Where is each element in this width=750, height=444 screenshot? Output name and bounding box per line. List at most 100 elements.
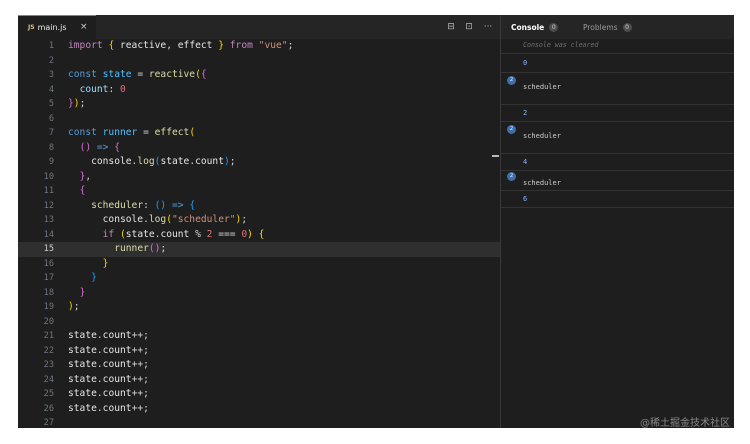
code-text: const runner = effect( <box>68 127 196 138</box>
line-number: 9 <box>48 157 54 167</box>
code-line[interactable]: 23 state.count++; <box>18 358 500 373</box>
code-line[interactable]: 16 } <box>18 257 500 272</box>
code-line[interactable]: 20 <box>18 315 500 330</box>
code-text: state.count++; <box>68 402 149 414</box>
close-icon[interactable]: × <box>80 22 88 32</box>
code-text: state.count++; <box>68 344 149 356</box>
code-text: () => { <box>79 141 121 153</box>
console-message: 4 <box>523 158 528 166</box>
tab-problems-label: Problems <box>583 22 618 32</box>
code-line[interactable]: 9 console.log(state.count); <box>18 155 500 170</box>
repeat-count-badge: 2 <box>507 76 516 85</box>
tab-main-js[interactable]: JS main.js × <box>18 15 96 39</box>
code-line[interactable]: 3 const state = reactive({ <box>18 68 500 83</box>
console-message: 0 <box>523 59 528 67</box>
line-number: 6 <box>48 113 54 124</box>
line-number: 15 <box>43 244 54 254</box>
code-text: ); <box>68 301 80 312</box>
console-message: 2 <box>523 109 528 117</box>
console-pane: Console 0 Problems 0 Console was cleared… <box>501 15 734 428</box>
code-text: console.log("scheduler"); <box>102 214 248 225</box>
line-number: 16 <box>43 258 54 269</box>
console-entry: 2 scheduler <box>501 122 734 154</box>
code-line[interactable]: 19); <box>18 300 500 315</box>
code-line[interactable]: 15 runner(); <box>18 242 500 257</box>
line-number: 14 <box>43 229 54 240</box>
code-line[interactable]: 11 { <box>18 184 500 199</box>
console-entry: 6 <box>501 191 734 208</box>
code-text: scheduler: () => { <box>91 199 196 211</box>
code-line[interactable]: 22 state.count++; <box>18 344 500 359</box>
repeat-count-badge: 2 <box>507 125 516 134</box>
code-line[interactable]: 2 <box>18 54 500 69</box>
code-line[interactable]: 7 const runner = effect( <box>18 126 500 141</box>
javascript-file-icon: JS <box>28 24 35 31</box>
code-text: state.count++; <box>68 359 149 370</box>
more-actions-icon[interactable]: ··· <box>481 21 495 33</box>
code-line[interactable]: 12 scheduler: () => { <box>18 199 500 214</box>
code-text: }, <box>79 170 92 182</box>
code-line[interactable]: 6 <box>18 112 500 127</box>
tab-problems[interactable]: Problems 0 <box>583 15 632 39</box>
console-message: scheduler <box>523 132 561 140</box>
console-message: 6 <box>523 195 528 203</box>
console-entry: 4 <box>501 154 734 171</box>
code-text: if (state.count % 2 === 0) { <box>102 228 265 240</box>
line-number: 23 <box>43 360 54 370</box>
editor-tab-bar: JS main.js × ⊟ ⊡ ··· <box>18 15 500 39</box>
code-line[interactable]: 1 import { reactive, effect } from "vue"; <box>18 39 500 54</box>
line-number: 18 <box>43 287 54 298</box>
code-line[interactable]: 5}); <box>18 97 500 112</box>
line-number: 5 <box>48 99 54 109</box>
code-text: }); <box>68 98 86 109</box>
code-line[interactable]: 13 console.log("scheduler"); <box>18 213 500 228</box>
line-number: 3 <box>48 70 54 80</box>
console-tab-bar: Console 0 Problems 0 <box>501 15 734 39</box>
console-entry: 2 scheduler <box>501 73 734 105</box>
code-text: state.count++; <box>68 330 149 341</box>
line-number: 2 <box>48 55 54 66</box>
overview-ruler-marker <box>492 155 499 157</box>
code-text: { <box>79 185 86 196</box>
code-text: runner(); <box>114 243 167 254</box>
line-number: 19 <box>43 302 54 312</box>
code-line[interactable]: 14 if (state.count % 2 === 0) { <box>18 228 500 243</box>
code-area[interactable]: 1 import { reactive, effect } from "vue";… <box>18 39 500 428</box>
code-line[interactable]: 27 <box>18 416 500 428</box>
console-message: scheduler <box>523 83 561 91</box>
editor-pane: JS main.js × ⊟ ⊡ ··· 1 import { reactive,… <box>18 15 500 428</box>
code-line[interactable]: 25 state.count++; <box>18 387 500 402</box>
code-line[interactable]: 10 }, <box>18 170 500 185</box>
line-number: 10 <box>43 171 54 182</box>
console-count-badge: 0 <box>549 22 559 32</box>
toggle-panel-icon[interactable]: ⊡ <box>463 21 475 33</box>
repeat-count-badge: 2 <box>507 172 516 181</box>
console-message: scheduler <box>523 179 561 187</box>
code-line[interactable]: 24 state.count++; <box>18 373 500 388</box>
code-line[interactable]: 4 count: 0 <box>18 83 500 98</box>
console-cleared-message: Console was cleared <box>523 41 599 49</box>
code-text: state.count++; <box>68 373 149 385</box>
line-number: 17 <box>43 273 54 283</box>
console-entry: 0 <box>501 54 734 73</box>
code-text: console.log(state.count); <box>91 156 236 167</box>
line-number: 13 <box>43 215 54 225</box>
code-line[interactable]: 21 state.count++; <box>18 329 500 344</box>
problems-count-badge: 0 <box>622 22 632 32</box>
line-number: 8 <box>48 142 54 153</box>
split-editor-icon[interactable]: ⊟ <box>445 21 457 33</box>
code-line[interactable]: 8 () => { <box>18 141 500 156</box>
code-line[interactable]: 17 } <box>18 271 500 286</box>
code-playground: JS main.js × ⊟ ⊡ ··· 1 import { reactive,… <box>18 15 734 428</box>
code-line[interactable]: 26 state.count++; <box>18 402 500 417</box>
tab-console[interactable]: Console 0 <box>511 15 559 39</box>
line-number: 1 <box>48 41 54 51</box>
console-entry: 2 <box>501 105 734 122</box>
line-number: 22 <box>43 345 54 356</box>
tab-console-label: Console <box>511 22 545 32</box>
code-line[interactable]: 18 } <box>18 286 500 301</box>
line-number: 21 <box>43 331 54 341</box>
console-entry: 2 scheduler <box>501 171 734 191</box>
line-number: 25 <box>43 389 54 399</box>
tab-filename: main.js <box>37 23 67 32</box>
